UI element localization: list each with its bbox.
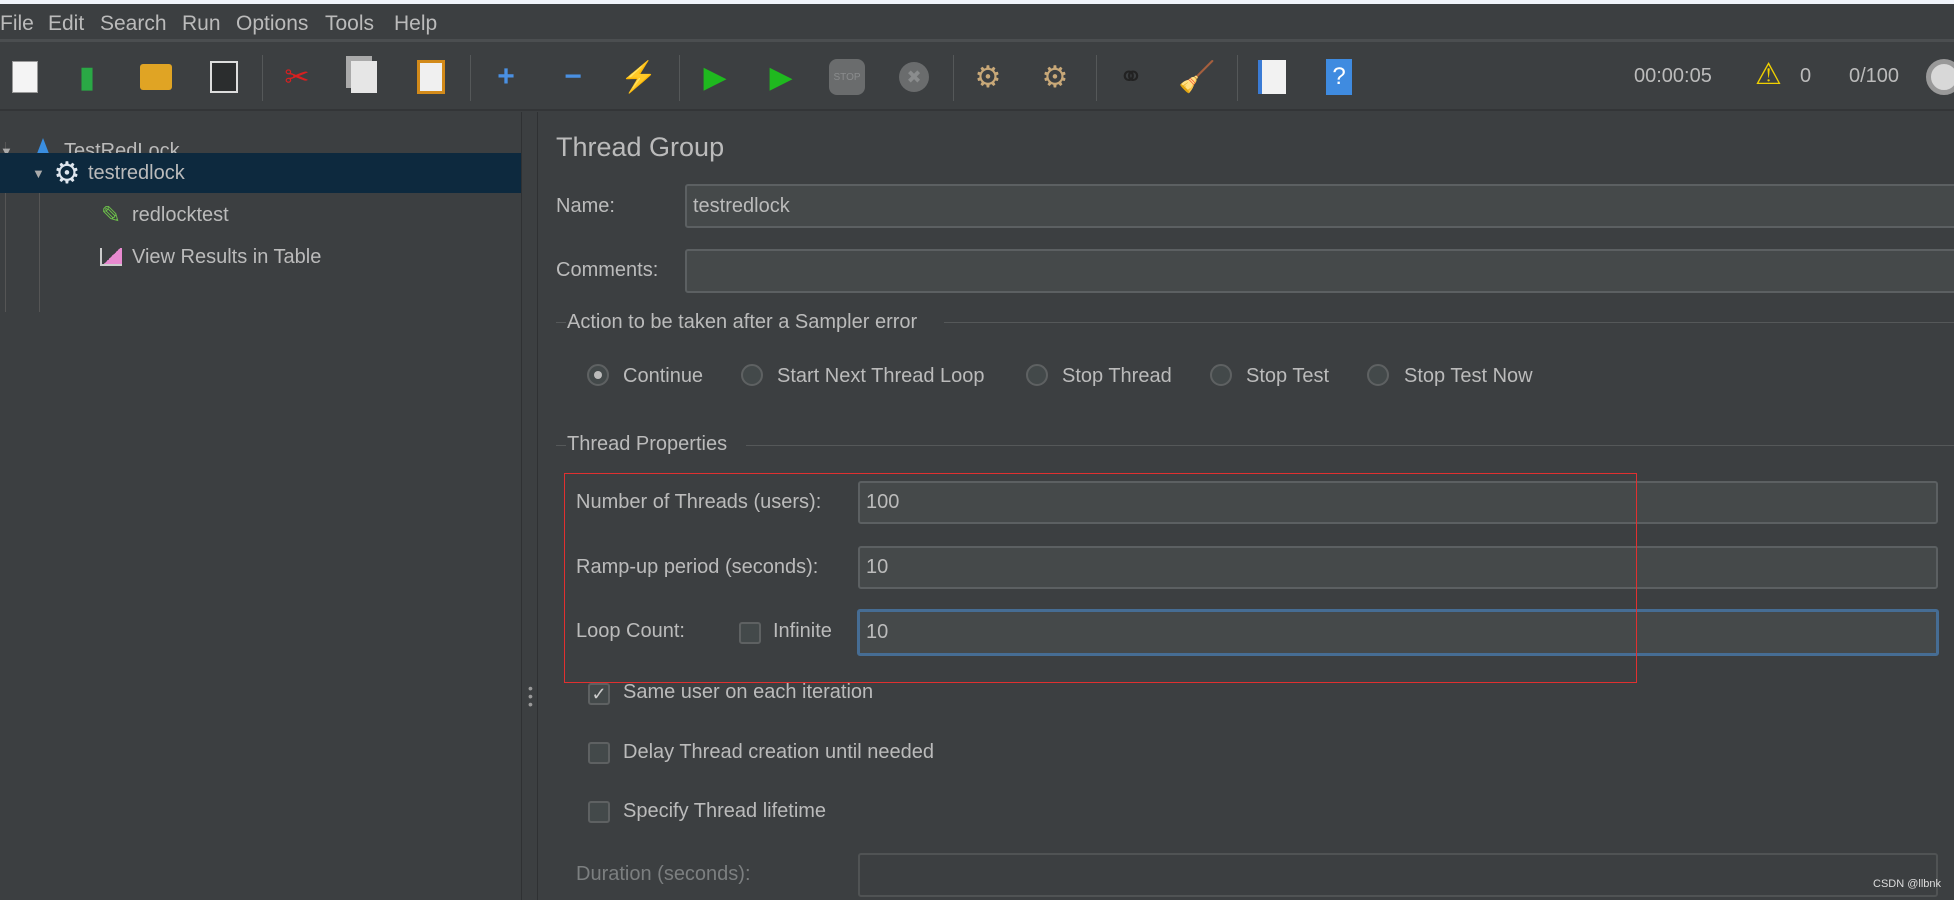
- tree-item-label: testredlock: [88, 161, 185, 184]
- expand-arrow-icon[interactable]: ▼: [32, 166, 52, 181]
- start-icon[interactable]: ▶: [695, 57, 735, 97]
- thread-group-gear-icon: ⚙: [53, 156, 81, 190]
- same-user-checkbox[interactable]: ✓: [588, 683, 610, 705]
- duration-label: Duration (seconds):: [576, 863, 751, 885]
- toolbar: ▮ ✂ + − ⚡ ▶ ▶ STOP ✖ ⚙ ⚙ ⚭ 🧹 ? 00:00:05 …: [0, 45, 1954, 111]
- page-title: Thread Group: [556, 132, 725, 162]
- radio-label: Continue: [623, 365, 704, 387]
- radio-stop-thread[interactable]: [1026, 364, 1048, 386]
- name-label: Name:: [556, 195, 615, 217]
- expand-icon[interactable]: +: [486, 57, 526, 97]
- tree-item-label: redlocktest: [132, 203, 229, 226]
- comments-input[interactable]: [685, 249, 1954, 293]
- watermark: CSDN @llbnk: [1873, 878, 1942, 890]
- open-icon[interactable]: [136, 57, 176, 97]
- radio-label: Stop Test: [1246, 365, 1330, 387]
- tree-item-thread-group[interactable]: ▼ ⚙ testredlock: [0, 153, 521, 193]
- menu-help[interactable]: Help: [394, 12, 437, 36]
- toggle-icon[interactable]: ⚡: [619, 57, 659, 97]
- radio-label: Stop Test Now: [1404, 365, 1533, 387]
- radio-label: Start Next Thread Loop: [777, 365, 985, 387]
- duration-input: [858, 853, 1938, 897]
- menu-run[interactable]: Run: [182, 12, 221, 36]
- toolbar-separator: [679, 55, 680, 101]
- delay-creation-checkbox[interactable]: [588, 742, 610, 764]
- tree-item-sampler[interactable]: ✎ redlocktest: [96, 195, 229, 235]
- same-user-label: Same user on each iteration: [623, 681, 874, 703]
- menu-options[interactable]: Options: [236, 12, 308, 36]
- menu-tools[interactable]: Tools: [325, 12, 374, 36]
- save-icon[interactable]: [204, 57, 244, 97]
- thread-lifetime-label: Specify Thread lifetime: [623, 800, 827, 822]
- menu-bar: File Edit Search Run Options Tools Help: [0, 4, 1954, 42]
- properties-section-title: Thread Properties: [567, 433, 728, 455]
- radio-continue[interactable]: [587, 364, 609, 386]
- active-threads: 0/100: [1849, 65, 1900, 87]
- clear-icon[interactable]: ⚙: [968, 57, 1008, 97]
- warning-icon[interactable]: ⚠: [1755, 57, 1782, 92]
- toolbar-separator: [1237, 55, 1238, 101]
- fieldset-border: [746, 445, 1954, 446]
- tree-item-label: View Results in Table: [132, 245, 322, 268]
- tree-item-listener[interactable]: View Results in Table: [96, 237, 321, 277]
- toolbar-separator: [953, 55, 954, 101]
- toolbar-separator: [262, 55, 263, 101]
- reset-search-icon[interactable]: 🧹: [1177, 57, 1217, 97]
- fieldset-border: [556, 322, 566, 323]
- help-icon[interactable]: ?: [1319, 57, 1359, 97]
- radio-stop-test[interactable]: [1210, 364, 1232, 386]
- action-section-title: Action to be taken after a Sampler error: [567, 311, 918, 333]
- search-icon[interactable]: ⚭: [1111, 57, 1151, 97]
- highlight-box: [564, 473, 1637, 683]
- menu-file[interactable]: File: [0, 12, 34, 36]
- radio-stop-test-now[interactable]: [1367, 364, 1389, 386]
- menu-search[interactable]: Search: [100, 12, 167, 36]
- warning-count: 0: [1800, 65, 1812, 87]
- menu-edit[interactable]: Edit: [48, 12, 84, 36]
- fieldset-border: [944, 322, 1954, 323]
- stop-icon[interactable]: STOP: [827, 57, 867, 97]
- thread-lifetime-checkbox[interactable]: [588, 801, 610, 823]
- radio-label: Stop Thread: [1062, 365, 1172, 387]
- cut-icon[interactable]: ✂: [277, 57, 317, 97]
- shutdown-icon[interactable]: ✖: [894, 57, 934, 97]
- new-icon[interactable]: [5, 57, 45, 97]
- delay-creation-label: Delay Thread creation until needed: [623, 741, 934, 763]
- split-pane-divider[interactable]: • • •: [521, 112, 538, 900]
- clear-all-icon[interactable]: ⚙: [1035, 57, 1075, 97]
- name-input[interactable]: testredlock: [685, 184, 1954, 228]
- tree-guide-line: [39, 182, 40, 312]
- radio-start-next-thread-loop[interactable]: [741, 364, 763, 386]
- elapsed-timer: 00:00:05: [1634, 65, 1712, 87]
- templates-icon[interactable]: ▮: [67, 57, 107, 97]
- fieldset-border: [556, 445, 566, 446]
- toolbar-separator: [470, 55, 471, 101]
- drag-handle-icon[interactable]: • • •: [528, 681, 533, 711]
- start-no-pause-icon[interactable]: ▶: [761, 57, 801, 97]
- comments-label: Comments:: [556, 259, 659, 281]
- toolbar-separator: [1096, 55, 1097, 101]
- paste-icon[interactable]: [411, 57, 451, 97]
- collapse-icon[interactable]: −: [553, 57, 593, 97]
- sampler-pipette-icon: ✎: [100, 201, 122, 229]
- function-helper-icon[interactable]: [1252, 57, 1292, 97]
- test-plan-tree: ▼ TestRedLock ▼ ⚙ testredlock ✎ redlockt…: [0, 112, 521, 900]
- listener-chart-icon: [96, 242, 126, 272]
- copy-icon[interactable]: [344, 57, 384, 97]
- remote-globe-icon[interactable]: [1926, 59, 1954, 95]
